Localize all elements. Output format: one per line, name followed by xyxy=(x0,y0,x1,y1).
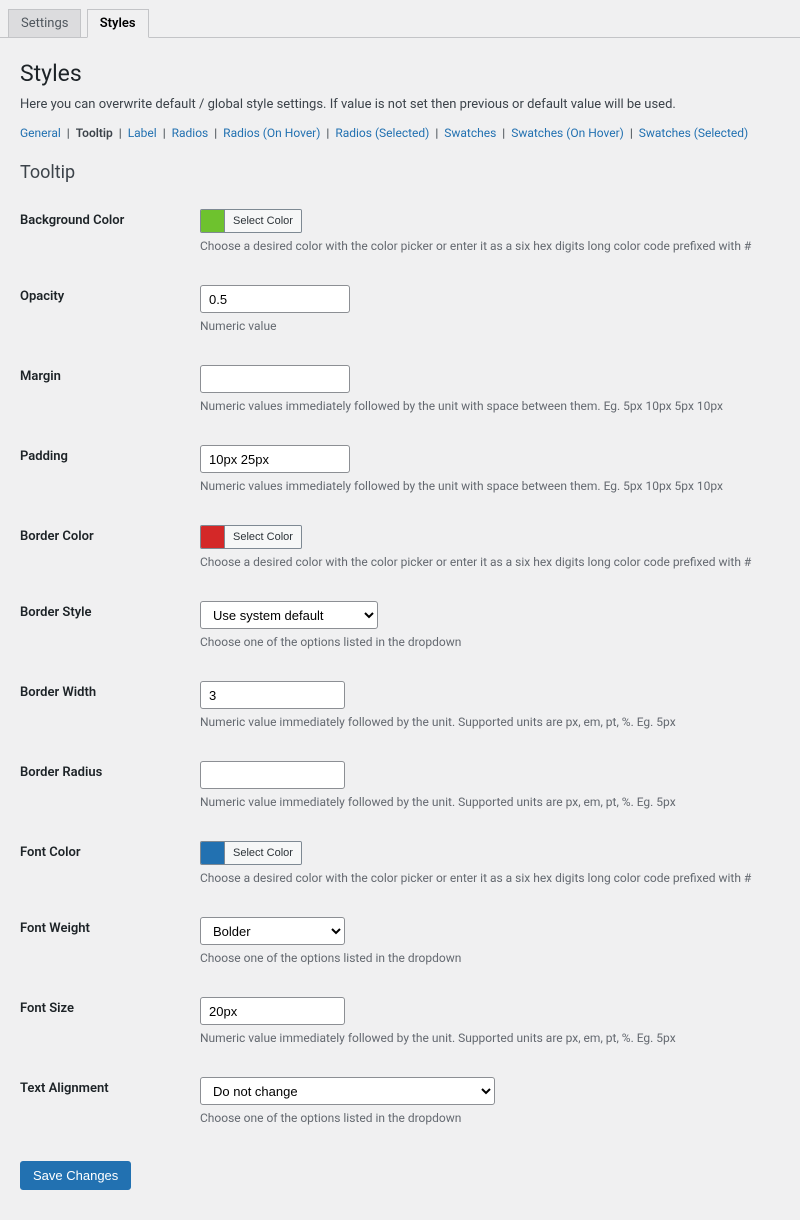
subnav-general[interactable]: General xyxy=(20,126,61,140)
text-align-select[interactable]: Do not change xyxy=(200,1077,495,1105)
border-color-picker[interactable]: Select Color xyxy=(200,525,302,549)
subnav-swatches-hover[interactable]: Swatches (On Hover) xyxy=(511,126,624,140)
border-width-help: Numeric value immediately followed by th… xyxy=(200,715,780,729)
tab-settings[interactable]: Settings xyxy=(8,9,81,37)
bg-color-picker[interactable]: Select Color xyxy=(200,209,302,233)
main-tabs: Settings Styles xyxy=(0,0,800,38)
subnav-radios[interactable]: Radios xyxy=(172,126,209,140)
border-width-input[interactable] xyxy=(200,681,345,709)
font-color-help: Choose a desired color with the color pi… xyxy=(200,871,780,885)
font-weight-select[interactable]: Bolder xyxy=(200,917,345,945)
section-heading: Tooltip xyxy=(20,162,780,183)
font-size-help: Numeric value immediately followed by th… xyxy=(200,1031,780,1045)
page-title: Styles xyxy=(20,60,780,87)
border-style-label: Border Style xyxy=(20,587,200,667)
border-color-help: Choose a desired color with the color pi… xyxy=(200,555,780,569)
settings-form: Background Color Select Color Choose a d… xyxy=(20,195,780,1143)
tab-styles[interactable]: Styles xyxy=(87,9,149,38)
opacity-help: Numeric value xyxy=(200,319,780,333)
text-align-label: Text Alignment xyxy=(20,1063,200,1143)
font-size-input[interactable] xyxy=(200,997,345,1025)
opacity-label: Opacity xyxy=(20,271,200,351)
margin-help: Numeric values immediately followed by t… xyxy=(200,399,780,413)
border-color-label: Border Color xyxy=(20,511,200,587)
font-size-label: Font Size xyxy=(20,983,200,1063)
bg-color-label: Background Color xyxy=(20,195,200,271)
subnav-swatches[interactable]: Swatches xyxy=(444,126,496,140)
text-align-help: Choose one of the options listed in the … xyxy=(200,1111,780,1125)
save-changes-button[interactable]: Save Changes xyxy=(20,1161,131,1190)
border-style-help: Choose one of the options listed in the … xyxy=(200,635,780,649)
padding-help: Numeric values immediately followed by t… xyxy=(200,479,780,493)
margin-label: Margin xyxy=(20,351,200,431)
border-width-label: Border Width xyxy=(20,667,200,747)
font-color-swatch xyxy=(201,841,225,865)
opacity-input[interactable] xyxy=(200,285,350,313)
bg-color-swatch xyxy=(201,209,225,233)
border-color-swatch xyxy=(201,525,225,549)
padding-input[interactable] xyxy=(200,445,350,473)
font-color-button[interactable]: Select Color xyxy=(225,841,301,865)
subnav-radios-hover[interactable]: Radios (On Hover) xyxy=(223,126,320,140)
subnav-radios-selected[interactable]: Radios (Selected) xyxy=(335,126,429,140)
page-description: Here you can overwrite default / global … xyxy=(20,97,780,112)
border-style-select[interactable]: Use system default xyxy=(200,601,378,629)
font-weight-help: Choose one of the options listed in the … xyxy=(200,951,780,965)
bg-color-button[interactable]: Select Color xyxy=(225,209,301,233)
font-color-label: Font Color xyxy=(20,827,200,903)
bg-color-help: Choose a desired color with the color pi… xyxy=(200,239,780,253)
border-radius-input[interactable] xyxy=(200,761,345,789)
border-color-button[interactable]: Select Color xyxy=(225,525,301,549)
subnav-label[interactable]: Label xyxy=(128,126,157,140)
subnav-swatches-selected[interactable]: Swatches (Selected) xyxy=(639,126,748,140)
border-radius-label: Border Radius xyxy=(20,747,200,827)
font-weight-label: Font Weight xyxy=(20,903,200,983)
section-subnav: General | Tooltip | Label | Radios | Rad… xyxy=(20,126,780,140)
padding-label: Padding xyxy=(20,431,200,511)
border-radius-help: Numeric value immediately followed by th… xyxy=(200,795,780,809)
font-color-picker[interactable]: Select Color xyxy=(200,841,302,865)
margin-input[interactable] xyxy=(200,365,350,393)
subnav-tooltip[interactable]: Tooltip xyxy=(76,126,113,140)
